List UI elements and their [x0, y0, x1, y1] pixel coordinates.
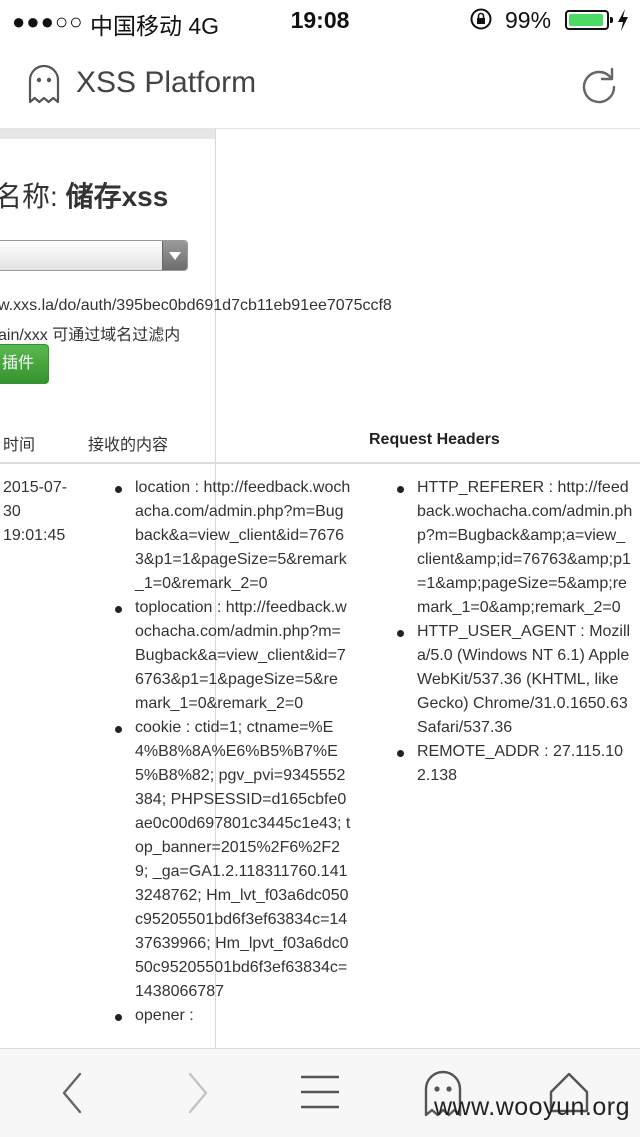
reload-icon[interactable]: [578, 64, 620, 106]
forward-chevron-icon: [188, 1072, 208, 1114]
list-item: HTTP_REFERER : http://feedback.wochacha.…: [397, 476, 633, 620]
list-item: toplocation : http://feedback.wochacha.c…: [115, 596, 351, 716]
list-item: HTTP_USER_AGENT : Mozilla/5.0 (Windows N…: [397, 620, 633, 740]
back-button[interactable]: [56, 1049, 90, 1137]
page-title: XSS Platform: [76, 66, 257, 99]
request-headers-list: HTTP_REFERER : http://feedback.wochacha.…: [397, 476, 633, 788]
hamburger-menu-icon: [301, 1075, 339, 1109]
plugin-button[interactable]: 插件: [0, 344, 49, 384]
column-header-content: 接收的内容: [88, 437, 169, 454]
project-url[interactable]: w.xxs.la/do/auth/395bec0bd691d7cb11eb91e…: [0, 297, 392, 315]
project-name-label: 名称:: [0, 181, 66, 212]
forward-button[interactable]: [180, 1049, 214, 1137]
page-content[interactable]: 名称: 储存xss w.xxs.la/do/auth/395bec0bd691d…: [0, 129, 640, 1048]
chevron-down-icon: [169, 252, 181, 260]
list-item: location : http://feedback.wochacha.com/…: [115, 476, 351, 596]
column-header-time: 时间: [3, 437, 36, 454]
table-header-divider: [0, 462, 640, 464]
received-date: 2015-07-30 19:01:45: [3, 479, 68, 544]
rotation-lock-icon: [470, 8, 492, 30]
back-chevron-icon: [62, 1072, 82, 1114]
list-item: cookie : ctid=1; ctname=%E4%B8%8A%E6%B5%…: [115, 716, 351, 1004]
panel-top-bar: [0, 129, 215, 139]
status-bar: ●●●○○ 中国移动 4G 19:08 99%: [0, 0, 640, 40]
domain-filter-hint: ain/xxx 可通过域名过滤内: [0, 327, 181, 344]
menu-button[interactable]: [300, 1049, 340, 1137]
received-content-list: location : http://feedback.wochacha.com/…: [115, 476, 351, 1028]
select-arrow[interactable]: [162, 241, 187, 270]
battery-fill: [569, 14, 603, 26]
project-name: 名称: 储存xss: [0, 175, 168, 215]
battery-icon: [565, 10, 613, 30]
charging-bolt-icon: [618, 9, 628, 31]
app-header: XSS Platform: [0, 40, 640, 129]
watermark: www.wooyun.org: [434, 1093, 630, 1121]
ghost-icon[interactable]: [26, 64, 62, 104]
project-select[interactable]: [0, 240, 188, 271]
column-header-request-headers: Request Headers: [369, 431, 500, 448]
list-item: REMOTE_ADDR : 27.115.102.138: [397, 740, 633, 788]
list-item: opener :: [115, 1004, 351, 1028]
project-name-value: 储存xss: [65, 181, 169, 212]
battery-percent: 99%: [505, 7, 552, 33]
